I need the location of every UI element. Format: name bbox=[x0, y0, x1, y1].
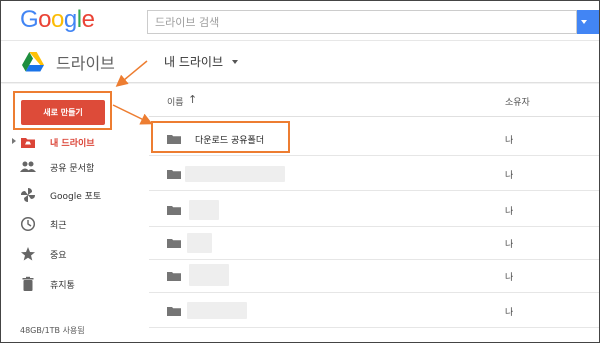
redacted-file-name bbox=[187, 302, 247, 319]
sidebar-item-google-photos[interactable]: Google 포토 bbox=[1, 182, 149, 208]
folder-icon bbox=[167, 307, 181, 316]
expand-arrow-icon[interactable] bbox=[12, 138, 16, 144]
table-row[interactable]: 나 bbox=[149, 156, 599, 191]
folder-icon bbox=[167, 239, 181, 248]
photos-pinwheel-icon bbox=[21, 188, 35, 202]
redacted-file-name bbox=[189, 200, 219, 220]
sidebar-item-label: 휴지통 bbox=[50, 281, 75, 291]
chevron-down-icon bbox=[581, 20, 587, 24]
redacted-file-name bbox=[185, 166, 285, 182]
file-owner: 나 bbox=[505, 207, 514, 217]
folder-icon bbox=[167, 206, 181, 215]
my-drive-icon bbox=[21, 138, 35, 148]
breadcrumb-my-drive[interactable]: 내 드라이브 bbox=[164, 53, 223, 70]
table-row[interactable]: 나 bbox=[149, 225, 599, 260]
sidebar-item-label: 최근 bbox=[50, 221, 67, 231]
sidebar-item-my-drive[interactable]: 내 드라이브 bbox=[1, 129, 149, 155]
table-row[interactable]: 나 bbox=[149, 293, 599, 328]
sidebar-item-shared[interactable]: 공유 문서함 bbox=[1, 154, 149, 180]
chevron-down-icon[interactable] bbox=[232, 60, 238, 64]
sidebar-item-label: Google 포토 bbox=[50, 192, 102, 202]
people-icon bbox=[20, 161, 36, 172]
drive-logo-icon[interactable] bbox=[22, 52, 44, 72]
file-owner: 나 bbox=[505, 273, 514, 283]
folder-icon bbox=[167, 272, 181, 281]
table-row[interactable]: 나 bbox=[149, 258, 599, 293]
search-options-button[interactable] bbox=[577, 10, 599, 34]
logo-letter: e bbox=[81, 6, 95, 33]
clock-icon bbox=[20, 216, 36, 232]
folder-icon bbox=[167, 170, 181, 179]
redacted-file-name bbox=[189, 264, 229, 286]
sidebar-item-starred[interactable]: 중요 bbox=[1, 241, 149, 267]
screen-frame: Google 드라이브 내 드라이브 새로 만들기 내 드라이브 bbox=[0, 0, 600, 343]
sidebar-item-label: 공유 문서함 bbox=[50, 164, 95, 174]
file-owner: 나 bbox=[505, 171, 514, 181]
column-header-name[interactable]: 이름 bbox=[167, 95, 184, 108]
list-header: 이름 ↑ 소유자 bbox=[149, 84, 599, 117]
top-bar: Google bbox=[1, 1, 599, 41]
highlight-box-new-button bbox=[13, 91, 112, 130]
highlight-box-shared-folder bbox=[151, 121, 290, 153]
app-bar: 드라이브 내 드라이브 bbox=[1, 41, 599, 83]
app-title: 드라이브 bbox=[56, 54, 115, 73]
sidebar-item-label: 내 드라이브 bbox=[50, 139, 95, 149]
redacted-file-name bbox=[187, 233, 212, 253]
logo-letter: o bbox=[38, 6, 52, 33]
sidebar-item-recent[interactable]: 최근 bbox=[1, 211, 149, 237]
storage-usage: 48GB/1TB 사용됨 bbox=[20, 326, 85, 335]
arrow-up-icon[interactable]: ↑ bbox=[188, 93, 197, 106]
logo-letter: G bbox=[20, 6, 39, 33]
logo-letter: g bbox=[63, 6, 77, 33]
google-logo[interactable]: Google bbox=[20, 6, 95, 34]
search-input[interactable] bbox=[148, 11, 576, 34]
column-header-owner[interactable]: 소유자 bbox=[505, 95, 530, 108]
sidebar-item-trash[interactable]: 휴지통 bbox=[1, 271, 149, 297]
file-owner: 나 bbox=[505, 136, 514, 146]
file-owner: 나 bbox=[505, 240, 514, 250]
trash-icon bbox=[22, 276, 34, 291]
logo-letter: o bbox=[51, 6, 64, 33]
table-row[interactable]: 나 bbox=[149, 192, 599, 227]
star-icon bbox=[21, 247, 35, 261]
sidebar-item-label: 중요 bbox=[50, 251, 67, 261]
search-box bbox=[147, 10, 577, 34]
file-owner: 나 bbox=[505, 308, 514, 318]
